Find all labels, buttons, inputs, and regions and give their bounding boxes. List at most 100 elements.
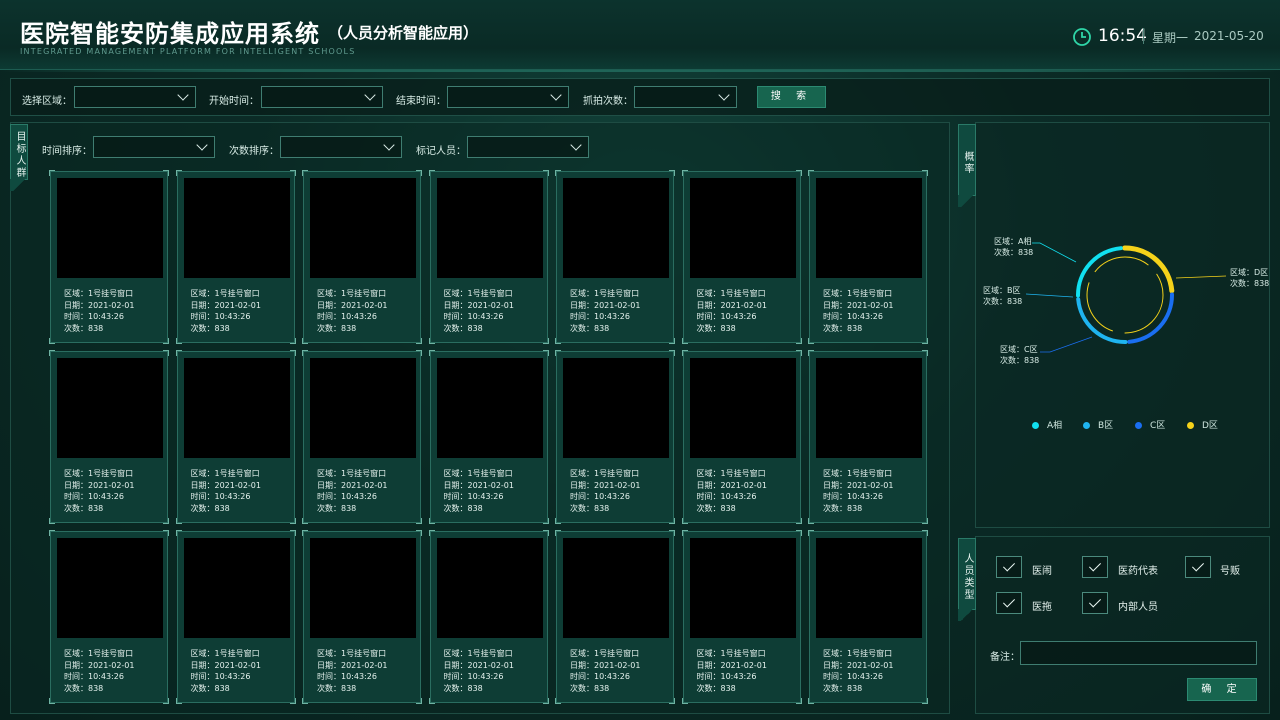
capture-card[interactable]: 区域：1号挂号窗口 日期：2021-02-01 时间：10:43:26 次数：838 — [808, 530, 928, 704]
capture-info: 区域：1号挂号窗口 日期：2021-02-01 时间：10:43:26 次数：838 — [697, 288, 768, 334]
confirm-button[interactable]: 确 定 — [1187, 678, 1257, 701]
checkbox-label: 医药代表 — [1118, 566, 1158, 577]
capture-card[interactable]: 区域：1号挂号窗口 日期：2021-02-01 时间：10:43:26 次数：838 — [555, 530, 675, 704]
person-type-tab[interactable]: 人员类型 — [958, 538, 976, 621]
card-corner — [163, 350, 169, 356]
capture-count: 次数：838 — [317, 323, 357, 333]
capture-time: 时间：10:43:26 — [570, 312, 630, 321]
capture-card[interactable]: 区域：1号挂号窗口 日期：2021-02-01 时间：10:43:26 次数：838 — [175, 350, 296, 524]
start-time-select[interactable] — [261, 86, 383, 108]
capture-count-label: 抓拍次数： — [583, 96, 633, 107]
card-corner — [416, 530, 422, 536]
card-corner — [808, 530, 814, 536]
capture-info: 区域：1号挂号窗口 日期：2021-02-01 时间：10:43:26 次数：838 — [444, 288, 515, 334]
card-corner — [416, 698, 422, 704]
card-corner — [428, 338, 435, 344]
capture-card[interactable]: 区域：1号挂号窗口 日期：2021-02-01 时间：10:43:26 次数：838 — [49, 350, 169, 524]
clock-icon — [1073, 28, 1091, 46]
capture-card[interactable]: 区域：1号挂号窗口 日期：2021-02-01 时间：10:43:26 次数：838 — [302, 170, 422, 344]
probability-tab[interactable]: 概率 — [958, 124, 976, 207]
capture-card[interactable]: 区域：1号挂号窗口 日期：2021-02-01 时间：10:43:26 次数：838 — [49, 530, 169, 704]
capture-card[interactable]: 区域：1号挂号窗口 日期：2021-02-01 时间：10:43:26 次数：838 — [175, 170, 296, 344]
card-corner — [49, 518, 55, 524]
capture-card[interactable]: 区域：1号挂号窗口 日期：2021-02-01 时间：10:43:26 次数：838 — [302, 530, 422, 704]
capture-time: 时间：10:43:26 — [190, 312, 251, 321]
capture-photo — [310, 358, 416, 458]
capture-time: 时间：10:43:26 — [64, 312, 124, 321]
capture-card[interactable]: 区域：1号挂号窗口 日期：2021-02-01 时间：10:43:26 次数：838 — [681, 350, 802, 524]
capture-area: 区域：1号挂号窗口 — [696, 469, 766, 478]
capture-count: 次数：838 — [317, 503, 357, 513]
capture-card[interactable]: 区域：1号挂号窗口 日期：2021-02-01 时间：10:43:26 次数：838 — [302, 350, 422, 524]
checkbox-scalper[interactable] — [1185, 556, 1211, 578]
card-corner — [808, 350, 814, 356]
marked-person-select[interactable] — [467, 136, 589, 158]
checkbox-internal-staff[interactable] — [1082, 592, 1108, 614]
capture-info: 区域：1号挂号窗口 日期：2021-02-01 时间：10:43:26 次数：838 — [570, 468, 641, 514]
card-corner — [428, 350, 435, 356]
time-sort-select[interactable] — [93, 136, 215, 158]
capture-card[interactable]: 区域：1号挂号窗口 日期：2021-02-01 时间：10:43:26 次数：838 — [681, 530, 802, 704]
end-time-label: 结束时间： — [396, 96, 446, 107]
capture-count: 次数：838 — [190, 683, 230, 693]
target-group-tab[interactable]: 目标人群 — [10, 124, 28, 191]
capture-card[interactable]: 区域：1号挂号窗口 日期：2021-02-01 时间：10:43:26 次数：838 — [428, 170, 549, 344]
card-corner — [795, 698, 802, 704]
chevron-down-icon — [550, 89, 562, 101]
card-corner — [175, 350, 182, 356]
remark-input[interactable] — [1020, 641, 1257, 665]
clock-date: 2021-05-20 — [1194, 29, 1264, 43]
capture-info: 区域：1号挂号窗口 日期：2021-02-01 时间：10:43:26 次数：838 — [444, 648, 515, 694]
capture-card[interactable]: 区域：1号挂号窗口 日期：2021-02-01 时间：10:43:26 次数：838 — [555, 170, 675, 344]
card-corner — [555, 338, 561, 344]
card-corner — [681, 338, 688, 344]
capture-area: 区域：1号挂号窗口 — [443, 469, 513, 478]
capture-date: 日期：2021-02-01 — [443, 480, 515, 490]
capture-photo — [57, 358, 163, 458]
legend-item-a: A相 — [1032, 418, 1062, 431]
capture-area: 区域：1号挂号窗口 — [570, 649, 640, 658]
capture-area: 区域：1号挂号窗口 — [443, 289, 513, 298]
capture-card[interactable]: 区域：1号挂号窗口 日期：2021-02-01 时间：10:43:26 次数：838 — [808, 350, 928, 524]
time-sort-label: 时间排序： — [42, 146, 92, 157]
capture-photo — [183, 538, 290, 638]
capture-time: 时间：10:43:26 — [190, 672, 251, 681]
capture-count: 次数：838 — [696, 683, 736, 693]
capture-date: 日期：2021-02-01 — [696, 300, 768, 310]
capture-date: 日期：2021-02-01 — [190, 300, 262, 310]
end-time-select[interactable] — [447, 86, 569, 108]
search-button[interactable]: 搜 索 — [757, 86, 826, 108]
capture-area: 区域：1号挂号窗口 — [317, 289, 387, 298]
area-select[interactable] — [74, 86, 196, 108]
card-corner — [542, 338, 549, 344]
card-corner — [428, 698, 435, 704]
capture-card[interactable]: 区域：1号挂号窗口 日期：2021-02-01 时间：10:43:26 次数：838 — [428, 350, 549, 524]
capture-card[interactable]: 区域：1号挂号窗口 日期：2021-02-01 时间：10:43:26 次数：838 — [555, 350, 675, 524]
checkbox-medical-rep[interactable] — [1082, 556, 1108, 578]
capture-count: 次数：838 — [64, 683, 104, 693]
capture-count: 次数：838 — [696, 503, 736, 513]
card-corner — [302, 338, 308, 344]
capture-card[interactable]: 区域：1号挂号窗口 日期：2021-02-01 时间：10:43:26 次数：838 — [428, 530, 549, 704]
card-corner — [681, 170, 688, 176]
checkbox-yinao[interactable] — [996, 556, 1022, 578]
count-sort-select[interactable] — [280, 136, 402, 158]
capture-card[interactable]: 区域：1号挂号窗口 日期：2021-02-01 时间：10:43:26 次数：838 — [175, 530, 296, 704]
capture-card[interactable]: 区域：1号挂号窗口 日期：2021-02-01 时间：10:43:26 次数：838 — [49, 170, 169, 344]
start-time-label: 开始时间： — [209, 96, 259, 107]
capture-time: 时间：10:43:26 — [696, 672, 757, 681]
capture-time: 时间：10:43:26 — [696, 312, 757, 321]
card-corner — [922, 518, 928, 524]
capture-card[interactable]: 区域：1号挂号窗口 日期：2021-02-01 时间：10:43:26 次数：838 — [808, 170, 928, 344]
card-corner — [416, 518, 422, 524]
capture-count-select[interactable] — [634, 86, 737, 108]
capture-card[interactable]: 区域：1号挂号窗口 日期：2021-02-01 时间：10:43:26 次数：838 — [681, 170, 802, 344]
capture-time: 时间：10:43:26 — [443, 672, 504, 681]
capture-date: 日期：2021-02-01 — [443, 300, 515, 310]
capture-photo — [689, 178, 796, 278]
chevron-down-icon — [383, 139, 395, 151]
capture-date: 日期：2021-02-01 — [190, 480, 262, 490]
checkbox-yituo[interactable] — [996, 592, 1022, 614]
card-corner — [302, 170, 308, 176]
capture-info: 区域：1号挂号窗口 日期：2021-02-01 时间：10:43:26 次数：838 — [697, 468, 768, 514]
